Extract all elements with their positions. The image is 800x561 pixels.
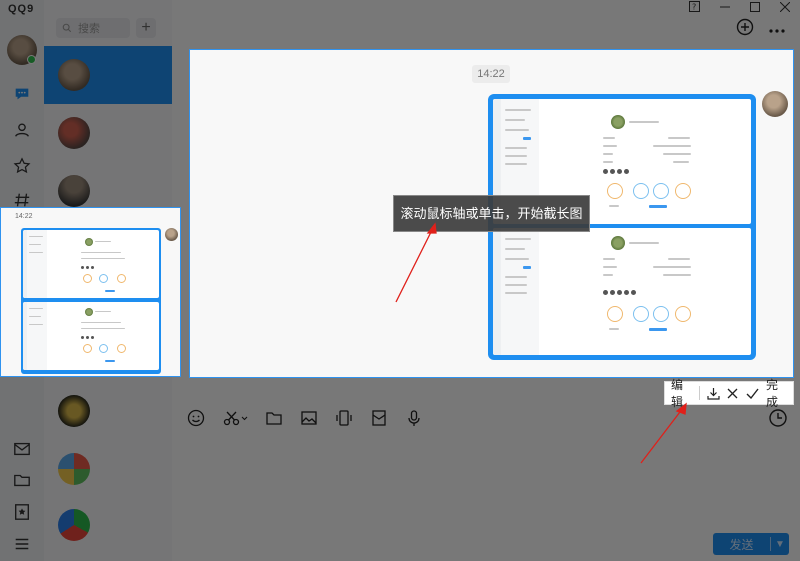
check-icon[interactable]: [746, 386, 759, 400]
add-button[interactable]: +: [136, 18, 156, 38]
minimize-icon[interactable]: [720, 1, 730, 15]
search-box[interactable]: 搜索: [56, 18, 130, 38]
list-item[interactable]: [44, 104, 172, 162]
input-toolbar: [186, 408, 424, 428]
mail-icon[interactable]: [12, 439, 32, 459]
screenshot-edit-toolbar: 编辑 完成: [664, 378, 794, 409]
long-screenshot-hint-tooltip: 滚动鼠标轴或单击，开始截长图: [393, 195, 590, 232]
folder-send-icon[interactable]: [264, 408, 284, 428]
avatar: [58, 175, 90, 207]
download-icon[interactable]: [707, 386, 720, 400]
red-packet-icon[interactable]: [369, 408, 389, 428]
list-item[interactable]: [44, 382, 172, 440]
online-status-icon: [27, 55, 36, 64]
send-label: 发送: [729, 537, 754, 552]
done-button[interactable]: 完成: [766, 376, 787, 410]
message-timestamp: 14:22: [472, 65, 510, 83]
avatar: [58, 59, 90, 91]
mini-window-preview: [493, 228, 751, 355]
avatar: [58, 117, 90, 149]
menu-icon[interactable]: [12, 534, 32, 554]
bookmark-star-icon[interactable]: [12, 502, 32, 522]
pin-icon[interactable]: ?: [689, 1, 700, 15]
screen-share-icon[interactable]: [334, 408, 354, 428]
list-item[interactable]: [44, 440, 172, 498]
image-icon[interactable]: [299, 408, 319, 428]
svg-text:?: ?: [692, 3, 696, 12]
long-screenshot-thumbnail: 14:22: [0, 207, 181, 377]
emoji-icon[interactable]: [186, 408, 206, 428]
avatar: [165, 228, 178, 241]
more-icon[interactable]: [768, 21, 786, 39]
app-logo: QQ9: [8, 3, 35, 15]
chat-header-actions: [736, 18, 786, 41]
maximize-icon[interactable]: [750, 1, 760, 15]
avatar: [58, 395, 90, 427]
thumbnail-timestamp: 14:22: [15, 213, 33, 220]
search-input[interactable]: 搜索: [78, 20, 100, 36]
cancel-x-icon[interactable]: [727, 386, 739, 400]
list-item[interactable]: [44, 46, 172, 104]
thumbnail-image: [21, 228, 161, 374]
close-icon[interactable]: [779, 1, 791, 15]
avatar: [58, 453, 90, 485]
window-controls: ?: [689, 0, 791, 16]
edit-button[interactable]: 编辑: [671, 376, 692, 410]
microphone-icon[interactable]: [404, 408, 424, 428]
add-chat-icon[interactable]: [736, 18, 754, 41]
avatar: [762, 91, 788, 117]
history-clock-icon[interactable]: [768, 408, 788, 428]
send-button[interactable]: 发送 ▼: [713, 533, 789, 555]
list-item[interactable]: [44, 496, 172, 554]
send-options-chevron-icon[interactable]: ▼: [771, 539, 789, 550]
avatar: [58, 509, 90, 541]
star-icon[interactable]: [12, 156, 32, 176]
search-icon: [62, 23, 72, 33]
folder-icon[interactable]: [12, 470, 32, 490]
contacts-icon[interactable]: [12, 120, 32, 140]
scissors-icon[interactable]: [221, 408, 249, 428]
chat-bubble-icon[interactable]: [12, 84, 32, 104]
